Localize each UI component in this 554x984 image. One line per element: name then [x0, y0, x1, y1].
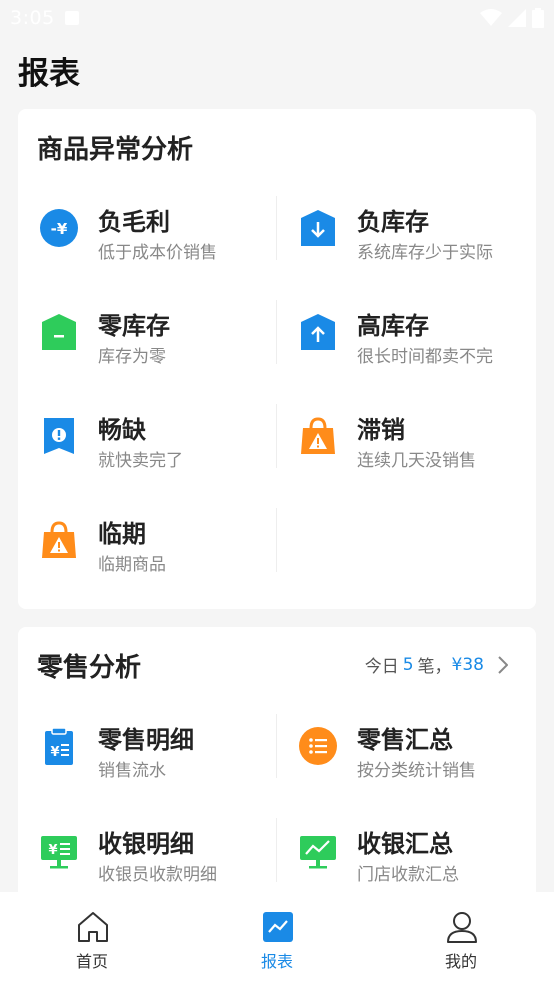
cashier-detail-item[interactable]: ¥ 收银明细 收银员收款明细: [18, 818, 277, 885]
retail-detail-item[interactable]: ¥ 零售明细 销售流水: [18, 714, 277, 781]
summary-prefix: 今日: [364, 657, 399, 677]
home-icon: [78, 912, 108, 942]
wifi-icon: [480, 9, 502, 26]
retail-summary-link[interactable]: 今日 5 笔， ¥38: [365, 652, 508, 677]
item-desc: 销售流水: [98, 761, 166, 781]
tab-home[interactable]: 首页: [0, 892, 184, 984]
tab-profile[interactable]: 我的: [369, 892, 553, 984]
item-name: 收银汇总: [357, 830, 453, 858]
item-desc: 低于成本价销售: [98, 243, 217, 263]
retail-summary-item[interactable]: 零售汇总 按分类统计销售: [277, 714, 536, 781]
register-chart-icon: [300, 836, 336, 869]
negative-margin-item[interactable]: -¥ 负毛利 低于成本价销售: [18, 196, 277, 263]
summary-mid: 笔，: [417, 657, 452, 677]
item-name: 负毛利: [98, 208, 170, 236]
item-name: 畅缺: [98, 416, 146, 444]
anomaly-card: 商品异常分析 -¥ 负毛利 低于成本价销售 负库存 系统库存少于实际 零库存 库…: [18, 109, 536, 609]
battery-icon: [532, 8, 544, 28]
item-name: 收银明细: [98, 830, 194, 858]
zero-stock-item[interactable]: 零库存 库存为零: [18, 300, 277, 367]
retail-title: 零售分析: [37, 653, 142, 683]
retail-card: 零售分析 今日 5 笔， ¥38 ¥ 零售明细 销售流水 零售汇总 按分类统计销…: [18, 627, 536, 917]
item-desc: 系统库存少于实际: [357, 243, 493, 263]
list-circle-icon: [299, 727, 337, 765]
tab-reports[interactable]: 报表: [185, 892, 369, 984]
item-name: 零库存: [98, 312, 170, 340]
status-icons: [480, 8, 544, 28]
clipboard-yen-icon: ¥: [45, 727, 73, 765]
warning-bag-icon: [42, 521, 76, 558]
svg-text:-¥: -¥: [51, 220, 68, 238]
item-desc: 库存为零: [98, 347, 166, 367]
high-stock-item[interactable]: 高库存 很长时间都卖不完: [277, 300, 536, 367]
item-name: 高库存: [357, 312, 429, 340]
bottom-tab-bar: 首页 报表 我的: [0, 892, 554, 984]
box-zero-icon: [42, 314, 76, 350]
tab-label: 我的: [444, 952, 477, 971]
cashier-summary-item[interactable]: 收银汇总 门店收款汇总: [277, 818, 536, 885]
svg-text:¥: ¥: [50, 745, 59, 760]
page-title: 报表: [18, 56, 80, 92]
svg-text:¥: ¥: [48, 843, 57, 858]
status-bar: 3:05: [0, 0, 554, 36]
item-name: 零售汇总: [357, 726, 453, 754]
item-desc: 按分类统计销售: [357, 761, 476, 781]
item-desc: 很长时间都卖不完: [357, 347, 493, 367]
item-desc: 门店收款汇总: [357, 865, 459, 885]
item-desc: 就快卖完了: [98, 451, 183, 471]
chart-icon: [263, 912, 293, 942]
chevron-right-icon: [498, 655, 508, 674]
unsalable-item[interactable]: 滞销 连续几天没销售: [277, 404, 536, 471]
summary-amount: ¥38: [451, 654, 484, 675]
box-up-icon: [301, 314, 335, 350]
register-yen-icon: ¥: [41, 836, 77, 869]
item-name: 滞销: [357, 416, 405, 444]
status-time: 3:05: [10, 7, 55, 29]
box-down-icon: [301, 210, 335, 246]
near-expiry-item[interactable]: 临期 临期商品: [18, 508, 277, 575]
summary-count: 5: [402, 654, 414, 675]
alert-tag-icon: [44, 418, 74, 454]
user-icon: [447, 912, 477, 943]
item-desc: 连续几天没销售: [357, 451, 476, 471]
negative-stock-item[interactable]: 负库存 系统库存少于实际: [277, 196, 536, 263]
tab-label: 报表: [260, 952, 293, 971]
signal-icon: [508, 9, 526, 27]
anomaly-title: 商品异常分析: [37, 135, 194, 165]
warning-bag-icon: [301, 417, 335, 454]
negative-yen-icon: -¥: [40, 209, 78, 247]
notification-icon: [64, 11, 79, 25]
item-name: 临期: [98, 520, 146, 548]
shortage-item[interactable]: 畅缺 就快卖完了: [18, 404, 277, 471]
item-desc: 临期商品: [98, 555, 166, 575]
item-name: 负库存: [357, 208, 429, 236]
item-name: 零售明细: [98, 726, 194, 754]
item-desc: 收银员收款明细: [98, 865, 217, 885]
tab-label: 首页: [75, 952, 108, 971]
